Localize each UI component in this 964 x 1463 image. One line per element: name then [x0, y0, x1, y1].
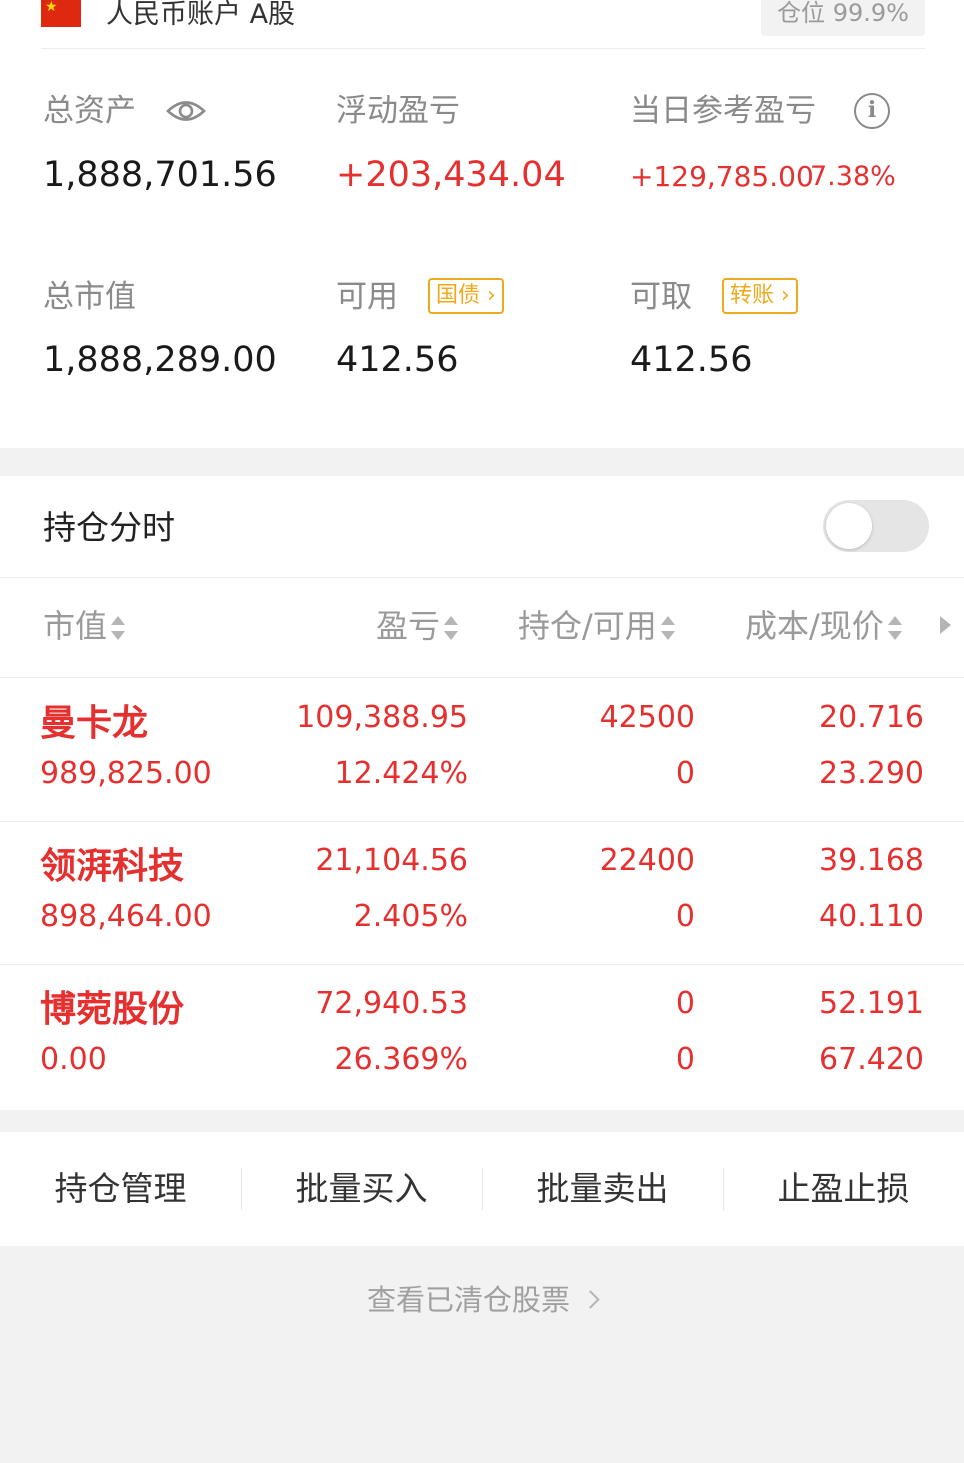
stock-pnl-percent: 12.424% [334, 756, 468, 791]
position-ratio-badge: 仓位 99.9% [761, 0, 925, 36]
stock-cost: 20.716 [819, 700, 924, 735]
holdings-management-button[interactable]: 持仓管理 [0, 1132, 241, 1246]
chevron-right-icon [581, 1289, 600, 1309]
stock-position: 42500 [599, 700, 695, 735]
treasury-bond-label: 国债 [436, 283, 481, 308]
available-label: 可用 [336, 279, 398, 315]
column-header-market-value[interactable]: 市值 [43, 604, 127, 648]
info-icon[interactable]: i [854, 93, 890, 129]
holdings-card: 持仓分时 市值 盈亏 持仓/可用 成本/现价 曼卡龙 989,825.00 10… [0, 476, 964, 1110]
stock-position: 0 [675, 986, 695, 1021]
table-row[interactable]: 曼卡龙 989,825.00 109,388.95 12.424% 42500 … [0, 678, 964, 821]
treasury-bond-button[interactable]: 国债 › [428, 278, 504, 314]
section-gap [0, 448, 964, 476]
holdings-timeshare-toggle[interactable] [823, 500, 929, 552]
stock-name: 博菀股份 [40, 989, 185, 1030]
market-value-label: 总市值 [43, 279, 136, 315]
account-header[interactable]: ★ 人民币账户 A股 仓位 99.9% [0, 0, 964, 50]
batch-sell-button[interactable]: 批量卖出 [482, 1132, 723, 1246]
stock-cost: 39.168 [819, 843, 924, 878]
stock-pnl: 21,104.56 [315, 843, 468, 878]
stock-pnl: 72,940.53 [315, 986, 468, 1021]
eye-icon[interactable] [166, 96, 206, 126]
account-name: 人民币账户 A股 [106, 0, 296, 30]
stock-price: 23.290 [819, 756, 924, 791]
column-header-position[interactable]: 持仓/可用 [518, 604, 677, 648]
total-assets-value: 1,888,701.56 [43, 155, 277, 195]
stock-available: 0 [675, 899, 695, 934]
stock-position: 22400 [599, 843, 695, 878]
sort-icon [660, 616, 675, 640]
sort-icon [111, 616, 126, 640]
stock-name: 曼卡龙 [40, 703, 149, 744]
market-value-value: 1,888,289.00 [43, 340, 277, 380]
column-header-label: 成本/现价 [745, 607, 884, 645]
holdings-timeshare-title: 持仓分时 [43, 508, 175, 547]
stock-pnl: 109,388.95 [296, 700, 468, 735]
withdrawable-value: 412.56 [630, 340, 753, 380]
toggle-knob [826, 503, 872, 549]
stock-market-value: 898,464.00 [40, 899, 212, 934]
stock-available: 0 [675, 1042, 695, 1077]
stock-market-value: 0.00 [40, 1042, 107, 1077]
sort-icon [444, 616, 459, 640]
transfer-label: 转账 [730, 283, 775, 308]
column-header-cost-price[interactable]: 成本/现价 [745, 604, 904, 648]
divider [41, 48, 925, 49]
transfer-button[interactable]: 转账 › [722, 278, 798, 314]
available-value: 412.56 [336, 340, 459, 380]
column-header-label: 市值 [43, 607, 108, 645]
scroll-right-arrow-icon[interactable] [940, 616, 951, 634]
stock-pnl-percent: 26.369% [334, 1042, 468, 1077]
daily-pnl-percent: 7.38% [810, 161, 896, 192]
view-cleared-stocks-label: 查看已清仓股票 [366, 1283, 570, 1317]
china-flag-icon: ★ [41, 0, 81, 27]
stock-pnl-percent: 2.405% [353, 899, 468, 934]
total-assets-label: 总资产 [43, 93, 136, 129]
batch-buy-button[interactable]: 批量买入 [241, 1132, 482, 1246]
stock-market-value: 989,825.00 [40, 756, 212, 791]
account-summary-card: ★ 人民币账户 A股 仓位 99.9% 总资产 1,888,701.56 浮动盈… [0, 0, 964, 448]
column-header-pnl[interactable]: 盈亏 [376, 604, 460, 648]
view-cleared-stocks-link[interactable]: 查看已清仓股票 [0, 1277, 964, 1323]
stock-name: 领湃科技 [40, 846, 185, 887]
table-row[interactable]: 博菀股份 0.00 72,940.53 26.369% 0 0 52.191 6… [0, 964, 964, 1107]
stock-price: 67.420 [819, 1042, 924, 1077]
column-header-label: 持仓/可用 [518, 607, 657, 645]
sort-icon [887, 616, 902, 640]
withdrawable-label: 可取 [630, 279, 692, 315]
floating-pnl-value: +203,434.04 [336, 155, 566, 195]
section-gap [0, 1110, 964, 1132]
holdings-action-bar: 持仓管理 批量买入 批量卖出 止盈止损 [0, 1132, 964, 1246]
daily-pnl-value: +129,785.00 [630, 160, 814, 193]
stock-available: 0 [675, 756, 695, 791]
stock-price: 40.110 [819, 899, 924, 934]
column-header-label: 盈亏 [376, 607, 441, 645]
table-row[interactable]: 领湃科技 898,464.00 21,104.56 2.405% 22400 0… [0, 821, 964, 964]
floating-pnl-label: 浮动盈亏 [336, 93, 460, 129]
divider [0, 577, 964, 578]
stock-cost: 52.191 [819, 986, 924, 1021]
take-profit-stop-loss-button[interactable]: 止盈止损 [723, 1132, 964, 1246]
daily-pnl-label: 当日参考盈亏 [630, 93, 816, 129]
